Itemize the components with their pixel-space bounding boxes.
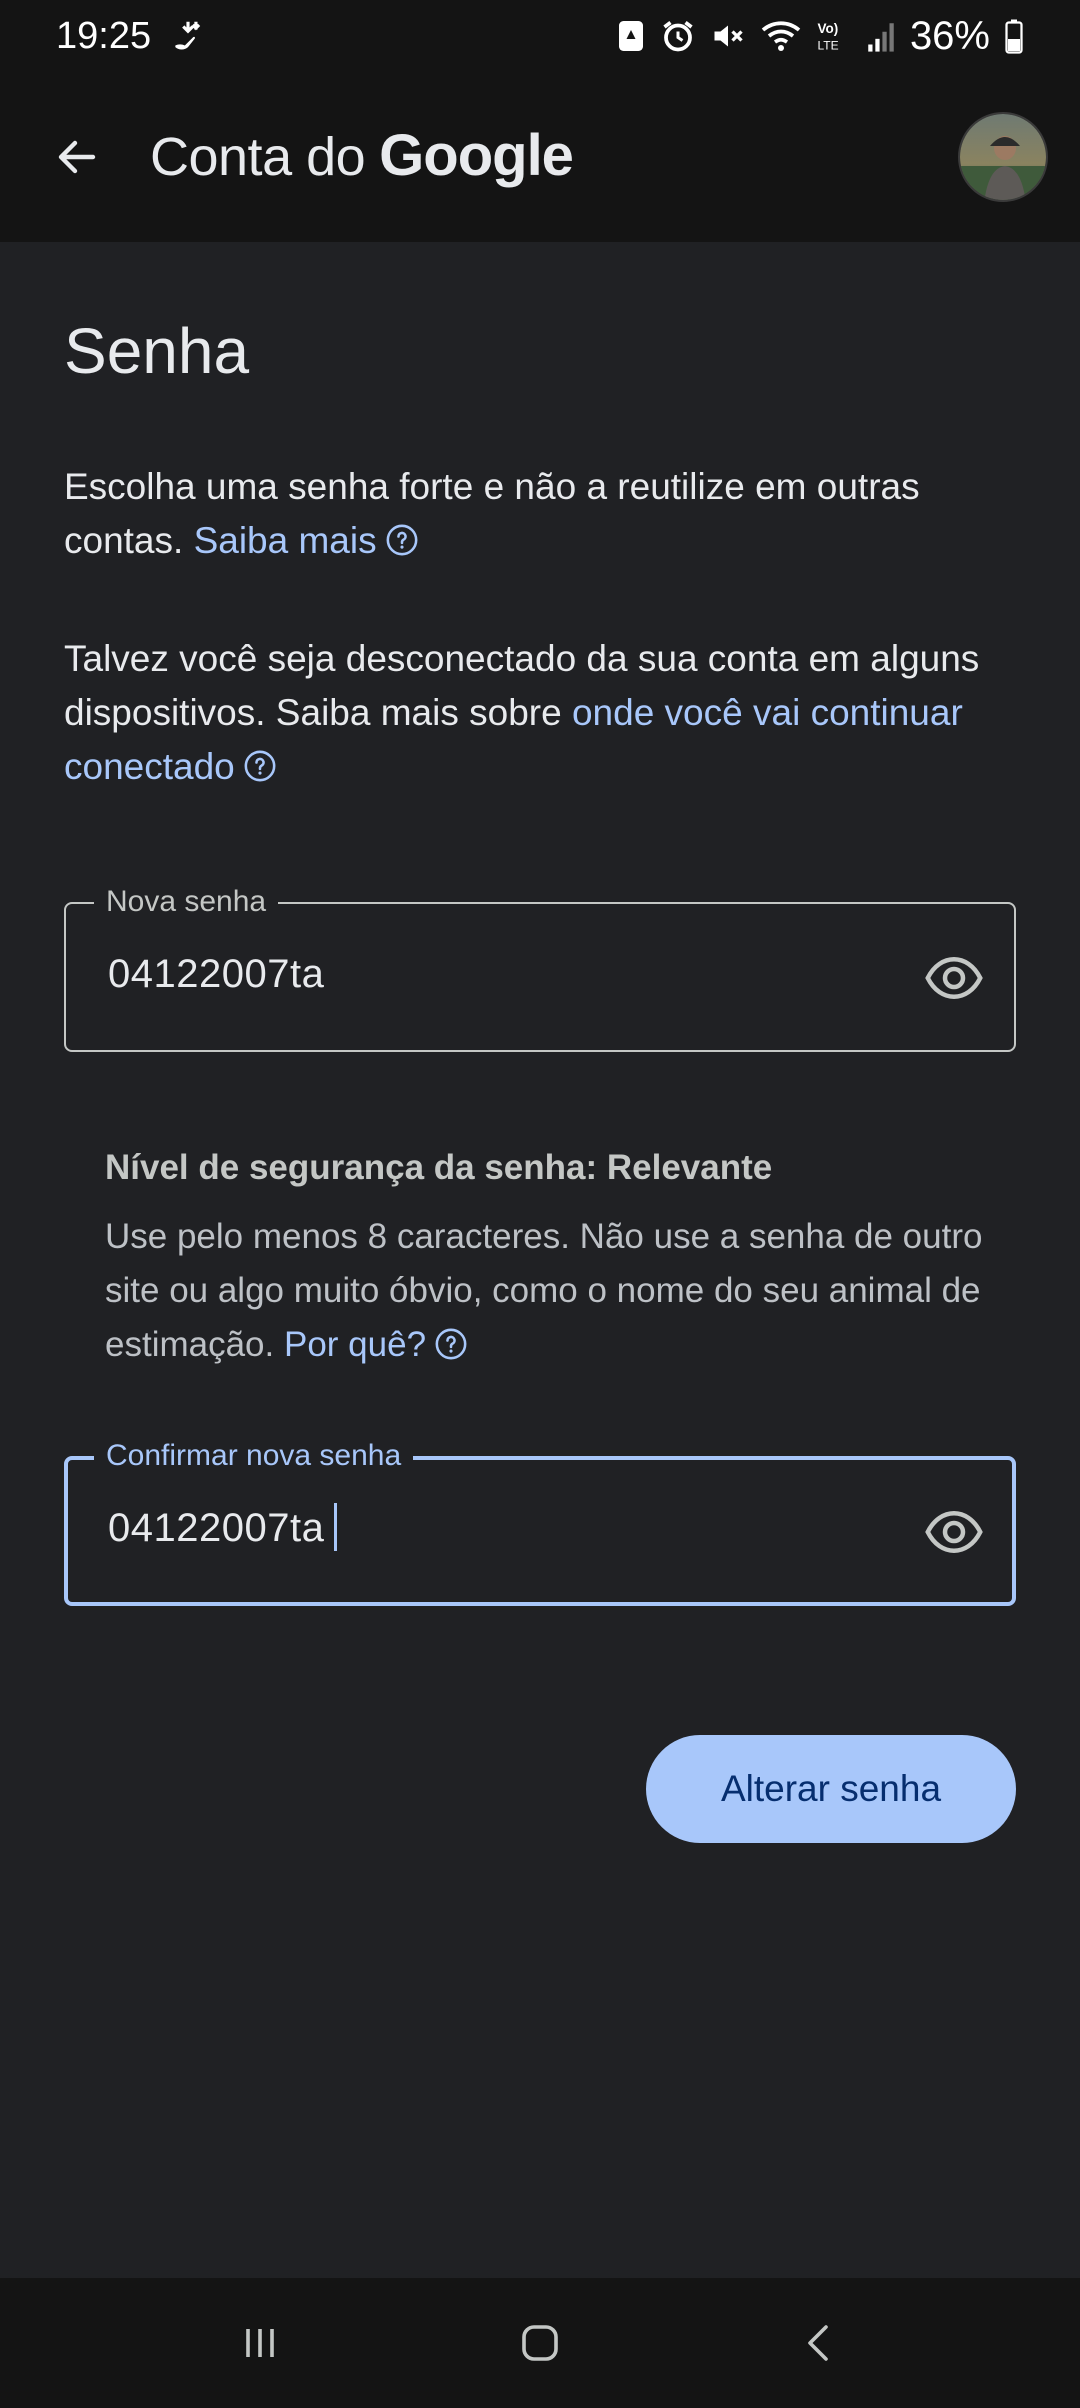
app-title-prefix: Conta do <box>150 127 366 187</box>
volte-icon: Vo) LTE <box>816 18 852 54</box>
why-link[interactable]: Por quê? <box>284 1325 426 1364</box>
help-icon[interactable] <box>385 523 419 557</box>
new-password-value[interactable]: 04122007ta <box>108 952 324 997</box>
chevron-left-icon <box>808 2325 828 2361</box>
help-icon[interactable] <box>434 1327 468 1361</box>
svg-text:Vo): Vo) <box>817 21 838 36</box>
toggle-visibility-button[interactable] <box>922 1500 986 1564</box>
confirm-password-label: Confirmar nova senha <box>94 1436 414 1476</box>
account-avatar[interactable] <box>958 112 1048 202</box>
new-password-label: Nova senha <box>94 882 279 922</box>
mute-icon <box>710 18 746 54</box>
recent-apps-button[interactable] <box>220 2303 300 2383</box>
system-nav-bar <box>0 2278 1080 2408</box>
signal-icon <box>866 19 896 53</box>
password-strength-title: Nível de segurança da senha: Relevante <box>105 1148 773 1187</box>
intro-text: Escolha uma senha forte e não a reutiliz… <box>64 466 920 561</box>
lock-screen-icon <box>616 18 646 54</box>
toggle-visibility-button[interactable] <box>922 946 986 1010</box>
status-bar: 19:25 Vo) LTE 36% <box>0 0 1080 72</box>
confirm-password-field[interactable]: Confirmar nova senha 04122007ta <box>64 1436 1016 1606</box>
learn-more-link[interactable]: Saiba mais <box>194 520 377 561</box>
recent-apps-icon <box>246 2329 274 2357</box>
battery-icon <box>1004 18 1024 54</box>
google-logo-text: Google <box>379 123 574 188</box>
intro-paragraph: Escolha uma senha forte e não a reutiliz… <box>64 460 1024 568</box>
text-cursor <box>334 1503 338 1552</box>
battery-percent: 36% <box>909 13 990 58</box>
back-button[interactable] <box>44 124 110 190</box>
signout-paragraph: Talvez você seja desconectado da sua con… <box>64 632 1024 794</box>
system-back-button[interactable] <box>780 2303 860 2383</box>
status-time: 19:25 <box>56 14 152 57</box>
eye-icon <box>925 1510 983 1554</box>
svg-text:LTE: LTE <box>817 39 838 53</box>
wifi-icon <box>760 18 802 54</box>
app-bar: Conta do Google <box>0 72 1080 242</box>
confirm-password-value-wrap[interactable]: 04122007ta <box>108 1503 338 1554</box>
home-button[interactable] <box>500 2303 580 2383</box>
help-icon[interactable] <box>243 749 277 783</box>
page-title: Senha <box>64 315 250 387</box>
home-icon <box>522 2325 558 2361</box>
change-password-button[interactable]: Alterar senha <box>646 1735 1016 1843</box>
password-strength-description: Use pelo menos 8 caracteres. Não use a s… <box>105 1210 1025 1372</box>
confirm-password-value[interactable]: 04122007ta <box>108 1506 324 1550</box>
strength-text: Use pelo menos 8 caracteres. Não use a s… <box>105 1217 983 1364</box>
alarm-icon <box>660 18 696 54</box>
eye-icon <box>925 956 983 1000</box>
arrow-back-icon <box>58 140 96 174</box>
notification-icon <box>169 17 207 55</box>
new-password-field[interactable]: Nova senha 04122007ta <box>64 882 1016 1052</box>
app-title: Conta do Google <box>150 122 574 189</box>
